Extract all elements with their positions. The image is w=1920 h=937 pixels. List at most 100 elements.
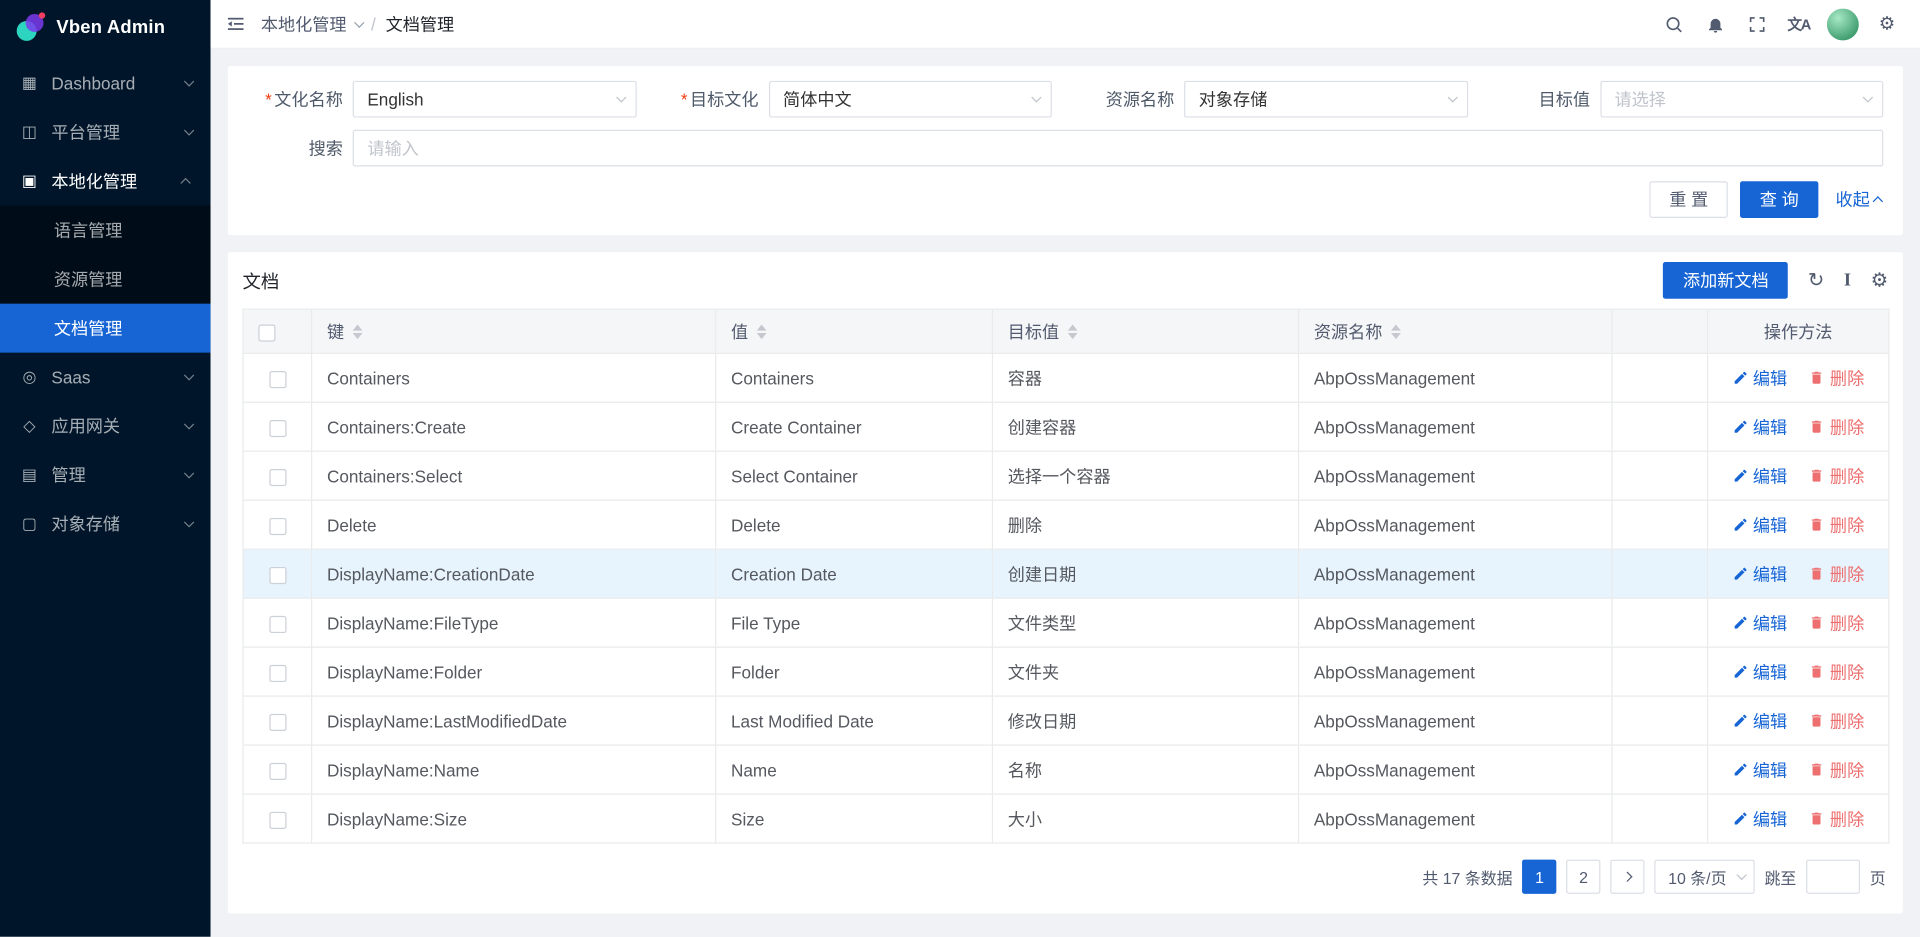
column-settings-icon[interactable]: ⚙ — [1871, 271, 1889, 291]
search-icon[interactable] — [1656, 0, 1693, 48]
delete-button[interactable]: 删除 — [1809, 512, 1864, 536]
edit-button[interactable]: 编辑 — [1732, 512, 1787, 536]
cell-key: Containers — [312, 353, 716, 402]
target-culture-select[interactable]: 简体中文 — [768, 81, 1051, 118]
cell-target-value: 选择一个容器 — [992, 451, 1298, 500]
row-checkbox[interactable] — [269, 371, 286, 388]
table-title: 文档 — [242, 268, 279, 294]
edit-button[interactable]: 编辑 — [1732, 806, 1787, 830]
top-header: 本地化管理 / 文档管理 文A ⚙ — [211, 0, 1920, 49]
sort-icon[interactable] — [1391, 324, 1401, 339]
gateway-icon: ◇ — [20, 417, 40, 435]
row-checkbox[interactable] — [269, 713, 286, 730]
sidebar-item-platform[interactable]: ◫ 平台管理 — [0, 108, 211, 157]
table-row[interactable]: Delete Delete 删除 AbpOssManagement 编辑 删除 — [243, 500, 1889, 549]
delete-button[interactable]: 删除 — [1809, 610, 1864, 634]
table-row[interactable]: Containers Containers 容器 AbpOssManagemen… — [243, 353, 1889, 402]
pencil-icon — [1732, 370, 1748, 386]
edit-button[interactable]: 编辑 — [1732, 708, 1787, 732]
translate-icon[interactable]: 文A — [1780, 0, 1817, 48]
cell-resource-name: AbpOssManagement — [1299, 353, 1612, 402]
row-checkbox[interactable] — [269, 420, 286, 437]
table-row[interactable]: DisplayName:Folder Folder 文件夹 AbpOssMana… — [243, 647, 1889, 696]
delete-button[interactable]: 删除 — [1809, 366, 1864, 390]
sidebar-item-document-management[interactable]: 文档管理 — [0, 304, 211, 353]
table-row[interactable]: DisplayName:Size Size 大小 AbpOssManagemen… — [243, 794, 1889, 843]
fullscreen-icon[interactable] — [1739, 0, 1776, 48]
reset-button[interactable]: 重 置 — [1650, 181, 1728, 218]
edit-button[interactable]: 编辑 — [1732, 757, 1787, 781]
sidebar-item-gateway[interactable]: ◇ 应用网关 — [0, 402, 211, 451]
sort-icon[interactable] — [757, 324, 767, 339]
table-row[interactable]: DisplayName:CreationDate Creation Date 创… — [243, 549, 1889, 598]
edit-button[interactable]: 编辑 — [1732, 659, 1787, 683]
row-checkbox[interactable] — [269, 615, 286, 632]
table-row[interactable]: Containers:Create Create Container 创建容器 … — [243, 402, 1889, 451]
breadcrumb-parent[interactable]: 本地化管理 — [261, 12, 361, 36]
page-1-button[interactable]: 1 — [1522, 860, 1556, 894]
trash-icon — [1809, 762, 1825, 778]
delete-button[interactable]: 删除 — [1809, 561, 1864, 585]
row-checkbox[interactable] — [269, 566, 286, 583]
collapse-link[interactable]: 收起 — [1836, 187, 1884, 211]
query-button[interactable]: 查 询 — [1740, 181, 1818, 218]
delete-button[interactable]: 删除 — [1809, 463, 1864, 487]
edit-button[interactable]: 编辑 — [1732, 561, 1787, 585]
search-input[interactable] — [353, 130, 1884, 167]
table-row[interactable]: DisplayName:LastModifiedDate Last Modifi… — [243, 696, 1889, 745]
sidebar-item-object-storage[interactable]: ▢ 对象存储 — [0, 500, 211, 549]
sidebar-item-admin[interactable]: ▤ 管理 — [0, 451, 211, 500]
trash-icon — [1809, 419, 1825, 435]
edit-button[interactable]: 编辑 — [1732, 366, 1787, 390]
sidebar-item-localization[interactable]: ▣ 本地化管理 — [0, 157, 211, 206]
sidebar-item-saas[interactable]: ◎ Saas — [0, 353, 211, 402]
gear-icon[interactable]: ⚙ — [1869, 0, 1906, 48]
cell-key: DisplayName:FileType — [312, 598, 716, 647]
delete-button[interactable]: 删除 — [1809, 708, 1864, 732]
edit-button[interactable]: 编辑 — [1732, 610, 1787, 634]
add-document-button[interactable]: 添加新文档 — [1663, 262, 1788, 299]
edit-button[interactable]: 编辑 — [1732, 463, 1787, 487]
table-row[interactable]: DisplayName:Name Name 名称 AbpOssManagemen… — [243, 745, 1889, 794]
row-checkbox[interactable] — [269, 664, 286, 681]
delete-button[interactable]: 删除 — [1809, 757, 1864, 781]
target-value-select[interactable]: 请选择 — [1600, 81, 1883, 118]
sort-icon[interactable] — [1068, 324, 1078, 339]
menu-fold-icon[interactable] — [225, 13, 246, 34]
cell-target-value: 文件类型 — [992, 598, 1298, 647]
sort-icon[interactable] — [353, 324, 363, 339]
column-header-target-value: 目标值 — [1008, 319, 1059, 343]
resource-name-select[interactable]: 对象存储 — [1184, 81, 1467, 118]
app-logo[interactable]: Vben Admin — [0, 0, 211, 54]
page-2-button[interactable]: 2 — [1566, 860, 1600, 894]
row-checkbox[interactable] — [269, 762, 286, 779]
cell-target-value: 修改日期 — [992, 696, 1298, 745]
sidebar-item-resource-management[interactable]: 资源管理 — [0, 255, 211, 304]
cell-target-value: 创建日期 — [992, 549, 1298, 598]
row-height-icon[interactable]: I — [1844, 271, 1851, 289]
page-size-select[interactable]: 10 条/页 — [1655, 860, 1755, 894]
next-page-button[interactable] — [1611, 860, 1645, 894]
table-row[interactable]: DisplayName:FileType File Type 文件类型 AbpO… — [243, 598, 1889, 647]
pencil-icon — [1732, 664, 1748, 680]
select-all-checkbox[interactable] — [258, 324, 275, 341]
sidebar-item-dashboard[interactable]: ▦ Dashboard — [0, 59, 211, 108]
required-asterisk: * — [681, 89, 688, 109]
avatar[interactable] — [1827, 8, 1859, 40]
delete-button[interactable]: 删除 — [1809, 806, 1864, 830]
cell-key: DisplayName:CreationDate — [312, 549, 716, 598]
delete-button[interactable]: 删除 — [1809, 414, 1864, 438]
jump-page-input[interactable] — [1806, 860, 1860, 894]
culture-name-select[interactable]: English — [353, 81, 636, 118]
delete-button[interactable]: 删除 — [1809, 659, 1864, 683]
chevron-down-icon — [184, 76, 194, 86]
notification-bell-icon[interactable] — [1697, 0, 1734, 48]
row-checkbox[interactable] — [269, 518, 286, 535]
row-checkbox[interactable] — [269, 469, 286, 486]
edit-button[interactable]: 编辑 — [1732, 414, 1787, 438]
sidebar-item-language-management[interactable]: 语言管理 — [0, 206, 211, 255]
table-row[interactable]: Containers:Select Select Container 选择一个容… — [243, 451, 1889, 500]
row-checkbox[interactable] — [269, 811, 286, 828]
refresh-icon[interactable]: ↻ — [1808, 271, 1824, 291]
pencil-icon — [1732, 762, 1748, 778]
